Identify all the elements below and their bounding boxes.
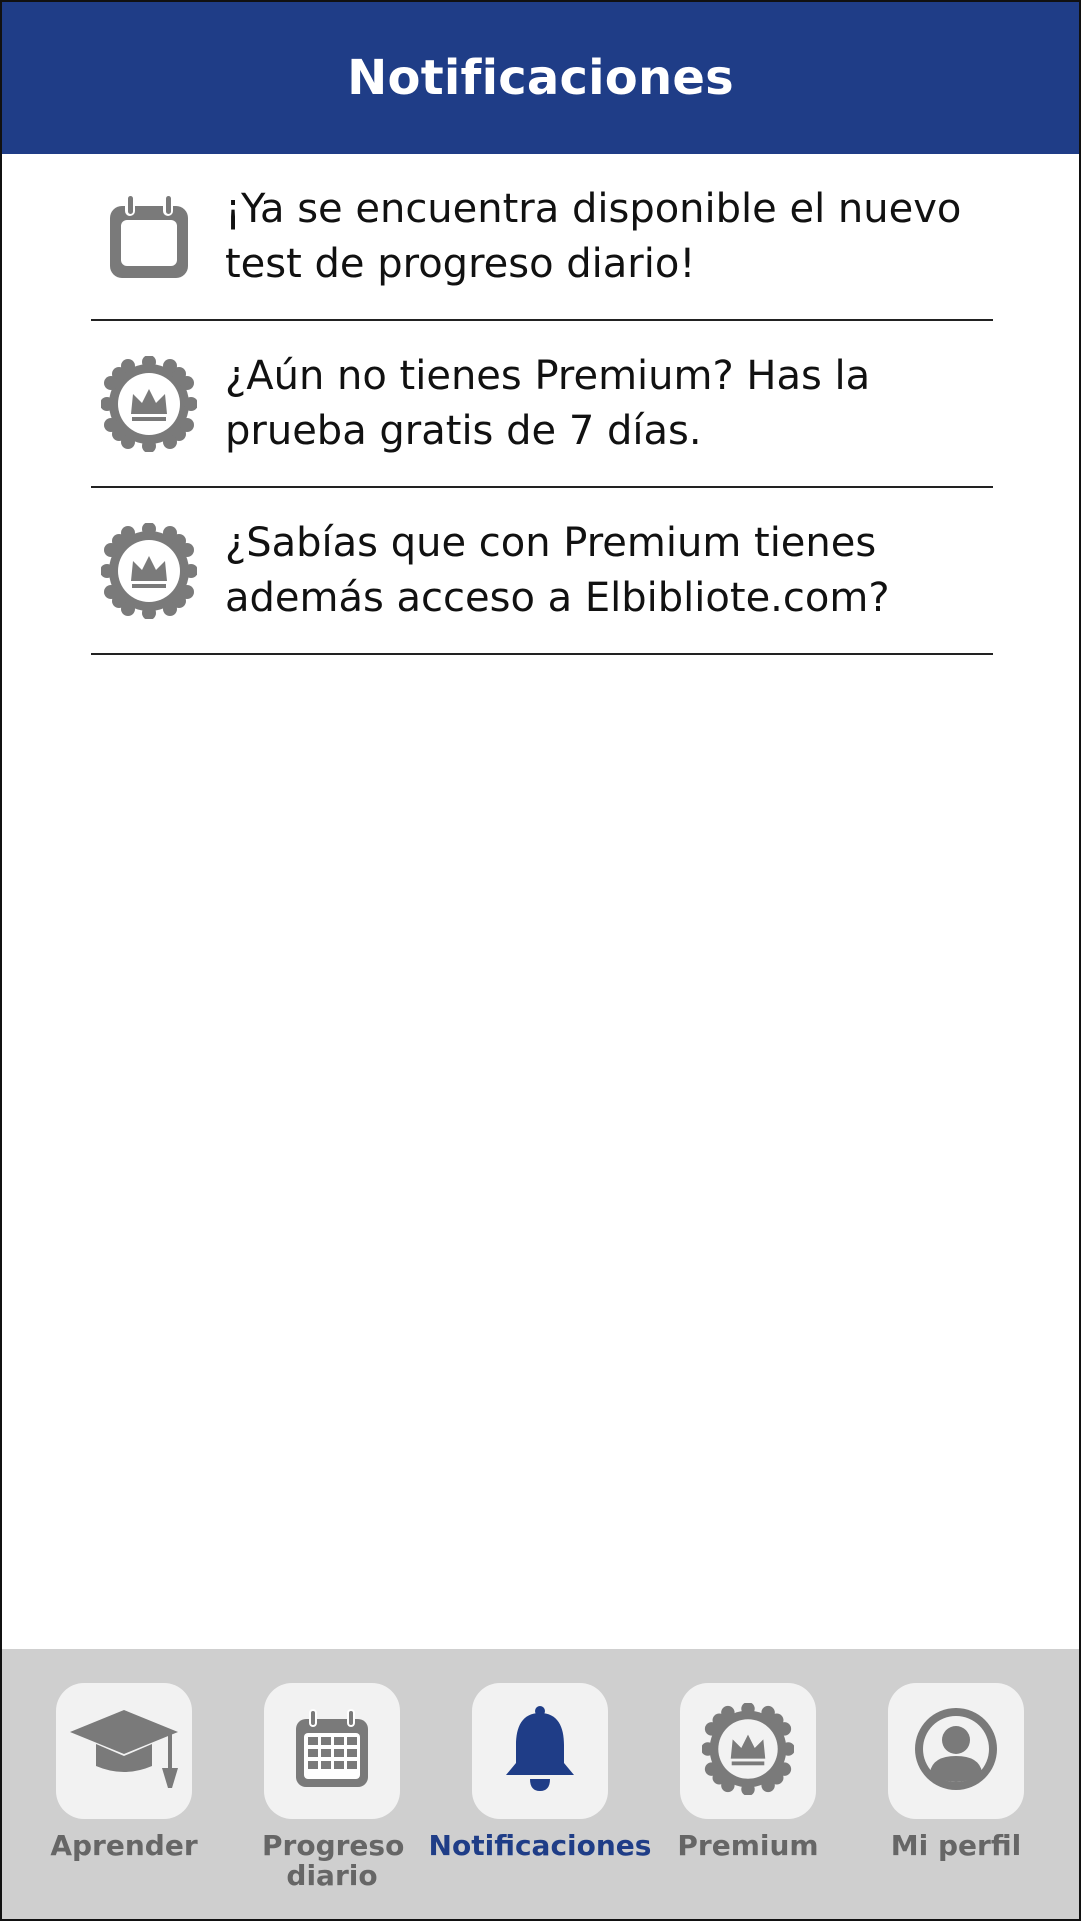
tab-tile xyxy=(264,1683,400,1819)
graduation-cap-icon xyxy=(68,1704,180,1798)
notification-item[interactable]: ¿Aún no tienes Premium? Has la prueba gr… xyxy=(91,321,993,488)
calendar-icon xyxy=(99,187,199,287)
notification-text: ¡Ya se encuentra disponible el nuevo tes… xyxy=(225,185,962,287)
tab-notificaciones[interactable]: Notificaciones xyxy=(429,1683,651,1913)
tab-premium[interactable]: Premium xyxy=(648,1683,848,1913)
tab-tile xyxy=(472,1683,608,1819)
notification-text: ¿Aún no tienes Premium? Has la prueba gr… xyxy=(225,352,871,454)
tab-progreso-diario[interactable]: Progreso diario xyxy=(232,1683,432,1913)
notification-item[interactable]: ¡Ya se encuentra disponible el nuevo tes… xyxy=(91,154,993,321)
top-bar: Notificaciones xyxy=(2,2,1079,154)
page-title: Notificaciones xyxy=(347,50,734,106)
tab-label: Aprender xyxy=(50,1829,198,1862)
calendar-grid-icon xyxy=(292,1709,372,1793)
tab-label: Mi perfil xyxy=(890,1829,1022,1862)
premium-badge-icon xyxy=(701,1702,795,1799)
tab-tile xyxy=(680,1683,816,1819)
tab-tile xyxy=(56,1683,192,1819)
premium-badge-icon xyxy=(99,354,199,454)
tab-tile xyxy=(888,1683,1024,1819)
tab-label: Progreso diario xyxy=(262,1829,405,1892)
tab-label: Premium xyxy=(677,1829,819,1862)
user-profile-icon xyxy=(913,1706,999,1796)
notification-item[interactable]: ¿Sabías que con Premium tienes además ac… xyxy=(91,488,993,655)
notifications-list: ¡Ya se encuentra disponible el nuevo tes… xyxy=(91,154,993,655)
tab-aprender[interactable]: Aprender xyxy=(24,1683,224,1913)
bell-icon xyxy=(502,1705,578,1797)
tab-mi-perfil[interactable]: Mi perfil xyxy=(856,1683,1056,1913)
bottom-tab-bar: Aprender Progreso diario Notificaciones … xyxy=(2,1649,1079,1919)
premium-badge-icon xyxy=(99,521,199,621)
app-screen: Notificaciones ¡Ya se encuentra disponib… xyxy=(0,0,1081,1921)
tab-label: Notificaciones xyxy=(428,1829,652,1862)
notification-text: ¿Sabías que con Premium tienes además ac… xyxy=(225,519,890,621)
